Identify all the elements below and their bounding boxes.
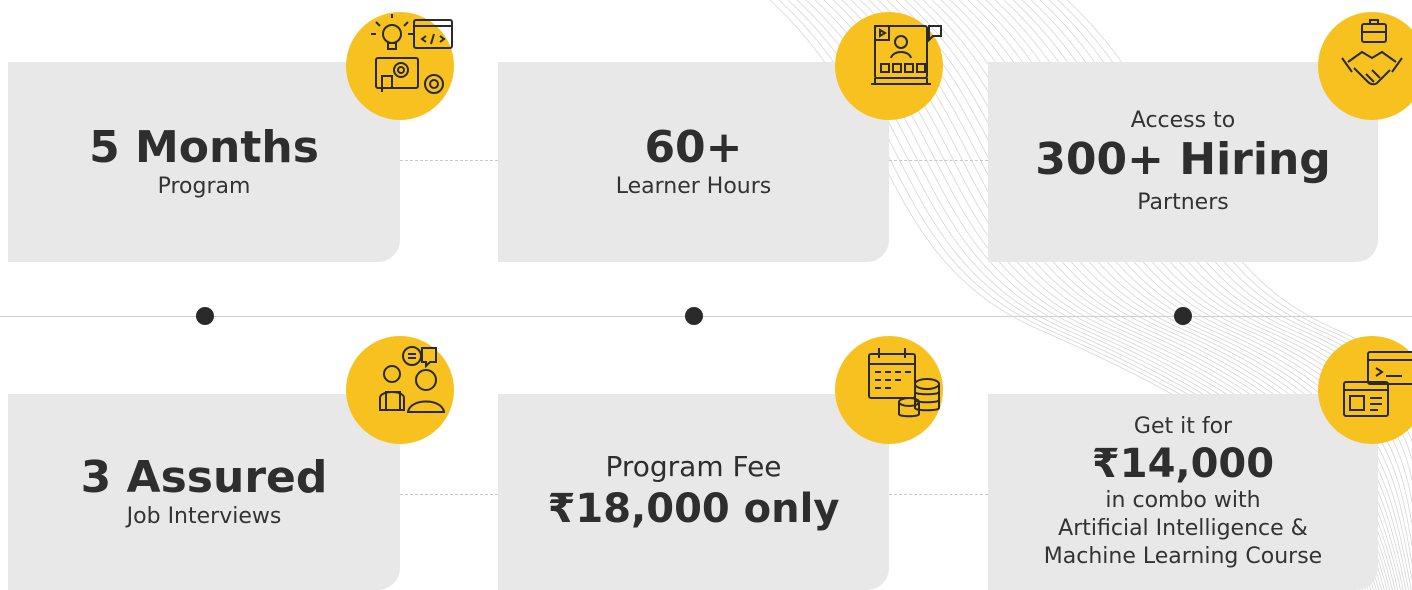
feature-card-duration: 5 Months Program — [8, 62, 400, 262]
card-pre: Access to — [1130, 108, 1236, 133]
calendar-coins-icon — [868, 348, 940, 418]
card-title: 300+ Hiring — [1035, 134, 1331, 185]
connector-dash — [400, 494, 498, 495]
card-subtitle: Learner Hours — [615, 174, 772, 199]
card-pre: Program Fee — [605, 450, 782, 483]
online-learning-badge — [835, 12, 943, 120]
card-title: 3 Assured — [80, 452, 328, 503]
card-line: in combo with — [1105, 488, 1261, 513]
card-subtitle: Job Interviews — [126, 504, 282, 529]
timeline-dot — [1174, 307, 1192, 325]
card-title: ₹14,000 — [1091, 441, 1275, 487]
connector-dash — [889, 160, 988, 161]
course-windows-badge — [1318, 336, 1412, 444]
timeline-dot — [196, 307, 214, 325]
connector-dash — [889, 494, 988, 495]
online-learning-icon — [871, 25, 942, 85]
timeline-dot — [685, 307, 703, 325]
coding-settings-icon — [371, 14, 453, 94]
card-pre: Get it for — [1133, 414, 1233, 439]
card-title: 60+ — [644, 122, 743, 173]
coding-settings-badge — [346, 12, 454, 120]
handshake-briefcase-badge — [1318, 12, 1412, 120]
card-subtitle: Program — [157, 174, 251, 199]
card-title: 5 Months — [89, 122, 319, 173]
feature-card-hours: 60+ Learner Hours — [498, 62, 889, 262]
feature-card-interviews: 3 Assured Job Interviews — [8, 394, 400, 590]
card-line: Machine Learning Course — [1043, 544, 1323, 569]
interview-chat-icon — [379, 346, 446, 413]
card-line: Artificial Intelligence & — [1058, 516, 1308, 541]
interview-chat-badge — [346, 336, 454, 444]
feature-card-fee: Program Fee ₹18,000 only — [498, 394, 889, 590]
connector-dash — [400, 160, 498, 161]
handshake-briefcase-icon — [1341, 19, 1403, 86]
card-title: ₹18,000 only — [547, 486, 840, 532]
card-subtitle: Partners — [1137, 190, 1229, 215]
course-windows-icon — [1343, 351, 1412, 417]
calendar-coins-badge — [835, 336, 943, 444]
